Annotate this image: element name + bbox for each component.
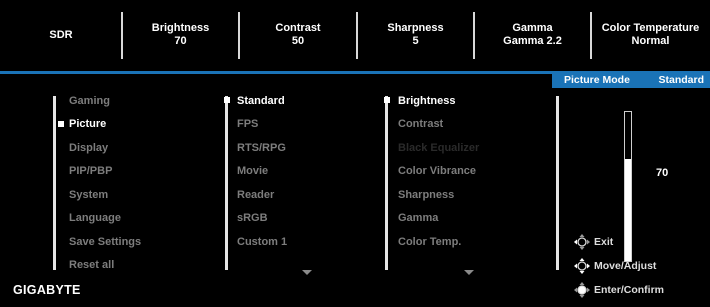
picture-mode-value: Standard (658, 74, 704, 86)
status-value: 5 (412, 35, 419, 47)
mode-item-standard[interactable]: Standard (237, 95, 285, 107)
menu-item-save-settings[interactable]: Save Settings (69, 236, 141, 248)
help-label: Exit (594, 236, 614, 248)
status-label: Color Temperature (601, 22, 700, 34)
status-value: 50 (291, 35, 305, 47)
status-label: Sharpness (387, 22, 444, 34)
setting-item-color-vibrance[interactable]: Color Vibrance (398, 165, 476, 177)
status-label: SDR (49, 28, 73, 41)
menu-item-system[interactable]: System (69, 189, 108, 201)
main-menu-rail (53, 96, 56, 270)
setting-item-color-temp[interactable]: Color Temp. (398, 236, 461, 248)
status-divider (473, 12, 475, 59)
selected-marker-icon (224, 97, 230, 103)
status-divider (238, 12, 240, 59)
value-panel-rail (556, 96, 559, 270)
setting-item-brightness[interactable]: Brightness (398, 95, 455, 107)
status-value: 70 (174, 35, 187, 47)
slider-value: 70 (656, 167, 669, 179)
status-color-temperature: Color Temperature Normal (591, 0, 710, 70)
status-divider (121, 12, 123, 59)
picture-mode-label: Picture Mode (564, 74, 630, 86)
status-gamma: Gamma Gamma 2.2 (474, 0, 591, 70)
status-brightness: Brightness 70 (122, 0, 239, 70)
picture-mode-rail (225, 96, 228, 270)
help-move-adjust: Move/Adjust (574, 258, 656, 274)
help-exit: Exit (574, 234, 613, 250)
slider-fill (625, 156, 631, 261)
status-bar: SDR Brightness 70 Contrast 50 Sharpness … (0, 0, 710, 70)
setting-item-black-equalizer: Black Equalizer (398, 142, 480, 154)
status-label: Gamma (512, 22, 553, 34)
menu-item-picture[interactable]: Picture (69, 118, 106, 130)
status-divider (590, 12, 592, 59)
status-sdr: SDR (0, 0, 122, 70)
picture-settings-rail (385, 96, 388, 270)
status-label: Brightness (151, 22, 210, 34)
brightness-slider[interactable] (624, 111, 632, 262)
dpad-icon (574, 258, 590, 274)
mode-item-custom-1[interactable]: Custom 1 (237, 236, 287, 248)
mode-item-srgb[interactable]: sRGB (237, 212, 268, 224)
setting-item-contrast[interactable]: Contrast (398, 118, 443, 130)
status-label: Contrast (275, 22, 321, 34)
menu-item-pip-pbp[interactable]: PIP/PBP (69, 165, 112, 177)
help-label: Move/Adjust (594, 260, 657, 272)
menu-item-gaming[interactable]: Gaming (69, 95, 110, 107)
scroll-down-icon[interactable] (302, 270, 312, 275)
dpad-icon (574, 282, 590, 298)
selected-marker-icon (384, 97, 390, 103)
selected-marker-icon (58, 121, 64, 127)
gigabyte-logo: GIGABYTE (13, 283, 81, 297)
status-contrast: Contrast 50 (239, 0, 357, 70)
menu-item-reset-all[interactable]: Reset all (69, 259, 114, 271)
menu-item-language[interactable]: Language (69, 212, 121, 224)
mode-item-fps[interactable]: FPS (237, 118, 258, 130)
help-enter-confirm: Enter/Confirm (574, 282, 664, 298)
mode-item-rts-rpg[interactable]: RTS/RPG (237, 142, 286, 154)
mode-item-movie[interactable]: Movie (237, 165, 268, 177)
scroll-down-icon[interactable] (464, 270, 474, 275)
status-value: Normal (631, 35, 670, 47)
setting-item-gamma[interactable]: Gamma (398, 212, 438, 224)
status-value: Gamma 2.2 (503, 35, 562, 47)
setting-item-sharpness[interactable]: Sharpness (398, 189, 454, 201)
dpad-icon (574, 234, 590, 250)
menu-item-display[interactable]: Display (69, 142, 108, 154)
slider-handle[interactable] (625, 155, 631, 159)
picture-mode-tab: Picture Mode Standard (552, 72, 710, 88)
mode-item-reader[interactable]: Reader (237, 189, 274, 201)
status-divider (356, 12, 358, 59)
status-sharpness: Sharpness 5 (357, 0, 474, 70)
help-label: Enter/Confirm (594, 284, 665, 296)
